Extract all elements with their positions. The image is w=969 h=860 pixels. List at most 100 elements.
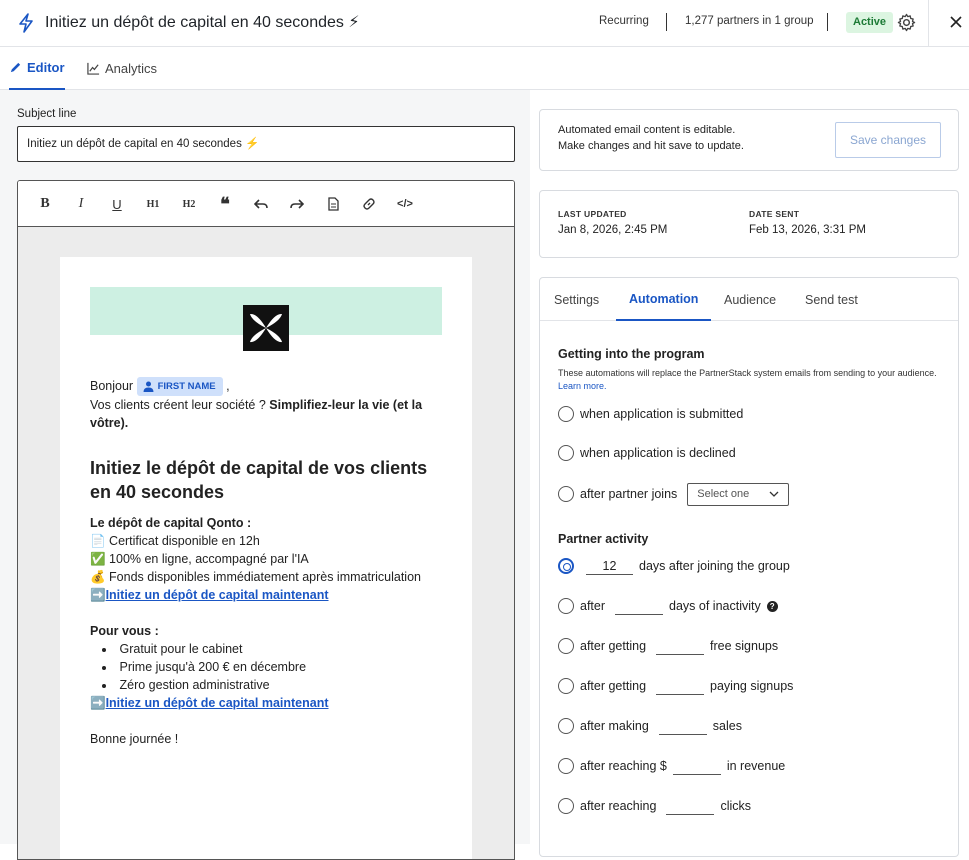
arrow-icon: ➡️: [90, 588, 106, 603]
greeting-suffix: ,: [226, 379, 230, 393]
redo-icon[interactable]: [288, 195, 306, 213]
section1-title: Le dépôt de capital Qonto :: [90, 516, 252, 531]
gear-icon[interactable]: [897, 13, 916, 32]
qonto-logo: [243, 305, 289, 351]
document-icon[interactable]: [324, 195, 342, 213]
page-title: Initiez un dépôt de capital en 40 second…: [45, 14, 360, 31]
option-inactivity[interactable]: after days of inactivity ?: [558, 596, 778, 616]
date-sent-label: DATE SENT: [749, 209, 800, 219]
option-label: after making: [580, 719, 649, 733]
cta-link[interactable]: Initiez un dépôt de capital maintenant: [106, 588, 329, 602]
days-input[interactable]: 12: [586, 557, 633, 575]
dates-card: LAST UPDATED Jan 8, 2026, 2:45 PM DATE S…: [539, 190, 959, 258]
radio-button-selected[interactable]: [558, 558, 574, 574]
option-application-submitted[interactable]: when application is submitted: [558, 404, 743, 424]
program-description: These automations will replace the Partn…: [558, 368, 937, 378]
chart-line-icon: [87, 62, 100, 75]
tab-automation[interactable]: Automation: [616, 278, 712, 321]
intro-text: Vos clients créent leur société ?: [90, 398, 266, 413]
partner-joins-select[interactable]: Select one: [687, 482, 790, 506]
merge-tag-first-name[interactable]: FIRST NAME: [136, 377, 223, 397]
option-clicks[interactable]: after reaching clicks: [558, 796, 751, 816]
editable-notice: Automated email content is editable. Mak…: [539, 109, 959, 171]
option-application-declined[interactable]: when application is declined: [558, 443, 736, 463]
divider: [666, 13, 667, 31]
undo-icon[interactable]: [252, 195, 270, 213]
radio-button[interactable]: [558, 486, 574, 502]
tab-editor[interactable]: Editor: [9, 47, 65, 90]
option-label: in revenue: [726, 759, 786, 773]
email-preview: Bonjour FIRST NAME , Vos clients créent …: [60, 257, 472, 859]
tab-settings[interactable]: Settings: [554, 278, 599, 321]
radio-button[interactable]: [558, 598, 574, 614]
option-label: paying signups: [710, 679, 794, 693]
clicks-input[interactable]: [666, 797, 715, 815]
option-label: free signups: [710, 639, 779, 653]
option-free-signups[interactable]: after getting free signups: [558, 636, 778, 656]
greeting: Bonjour: [90, 379, 134, 393]
bold-icon[interactable]: B: [36, 195, 54, 213]
option-label: after reaching $: [580, 759, 667, 773]
radio-button[interactable]: [558, 406, 574, 422]
list-item: ✅ 100% en ligne, accompagné par l'IA: [90, 552, 309, 567]
inactivity-days-input[interactable]: [615, 597, 664, 615]
list-item: Zéro gestion administrative: [102, 676, 442, 694]
underline-icon[interactable]: U: [108, 195, 126, 213]
option-label: when application is declined: [580, 446, 736, 460]
program-section-title: Getting into the program: [558, 347, 705, 361]
arrow-icon: ➡️: [90, 696, 106, 711]
radio-button[interactable]: [558, 638, 574, 654]
tab-analytics[interactable]: Analytics: [87, 47, 157, 90]
tab-analytics-label: Analytics: [105, 61, 158, 76]
radio-button[interactable]: [558, 445, 574, 461]
learn-more-link[interactable]: Learn more.: [558, 381, 607, 391]
close-icon[interactable]: [949, 15, 963, 29]
cta-link[interactable]: Initiez un dépôt de capital maintenant: [106, 696, 329, 710]
notice-line2: Make changes and hit save to update.: [558, 140, 744, 152]
section2-title: Pour vous :: [90, 624, 159, 639]
option-sales[interactable]: after making sales: [558, 716, 742, 736]
date-sent-value: Feb 13, 2026, 3:31 PM: [749, 224, 866, 236]
radio-button[interactable]: [558, 678, 574, 694]
link-icon[interactable]: [360, 195, 378, 213]
italic-icon[interactable]: I: [72, 195, 90, 213]
notice-line1: Automated email content is editable.: [558, 124, 736, 136]
help-icon[interactable]: ?: [766, 600, 778, 612]
subject-input[interactable]: [17, 126, 515, 162]
option-paying-signups[interactable]: after getting paying signups: [558, 676, 793, 696]
last-updated-label: LAST UPDATED: [558, 209, 627, 219]
tab-editor-label: Editor: [27, 60, 65, 75]
tab-send-test[interactable]: Send test: [805, 278, 858, 321]
list-item: Prime jusqu'à 200 € en décembre: [102, 658, 442, 676]
option-partner-joins[interactable]: after partner joins Select one: [558, 482, 790, 506]
radio-button[interactable]: [558, 798, 574, 814]
h1-icon[interactable]: H1: [144, 195, 162, 213]
settings-panel: Settings Automation Audience Send test G…: [539, 277, 959, 857]
h2-icon[interactable]: H2: [180, 195, 198, 213]
list-item: 💰 Fonds disponibles immédiatement après …: [90, 570, 421, 585]
divider: [928, 0, 929, 47]
audience-summary: 1,277 partners in 1 group: [685, 15, 814, 27]
lightning-bolt-icon: [19, 13, 33, 33]
rich-text-editor[interactable]: B I U H1 H2 ❝ </> Bonjour FIRST NAME , V…: [17, 180, 515, 860]
option-label: days of inactivity: [669, 599, 761, 613]
select-placeholder: Select one: [697, 488, 750, 500]
code-icon[interactable]: </>: [396, 195, 414, 213]
pencil-icon: [10, 62, 21, 73]
radio-button[interactable]: [558, 718, 574, 734]
option-revenue[interactable]: after reaching $ in revenue: [558, 756, 785, 776]
paying-signups-input[interactable]: [656, 677, 705, 695]
tab-audience[interactable]: Audience: [724, 278, 776, 321]
option-days-after-joining[interactable]: 12 days after joining the group: [558, 556, 790, 576]
chevron-down-icon: [769, 491, 779, 497]
activity-section-title: Partner activity: [558, 532, 649, 546]
free-signups-input[interactable]: [656, 637, 705, 655]
revenue-input[interactable]: [672, 757, 721, 775]
radio-button[interactable]: [558, 758, 574, 774]
sales-input[interactable]: [658, 717, 707, 735]
quote-icon[interactable]: ❝: [216, 194, 234, 214]
save-changes-button[interactable]: Save changes: [835, 122, 941, 158]
status-badge: Active: [846, 12, 894, 33]
schedule-label: Recurring: [599, 15, 649, 27]
main-tabs: Editor Analytics: [0, 47, 969, 90]
